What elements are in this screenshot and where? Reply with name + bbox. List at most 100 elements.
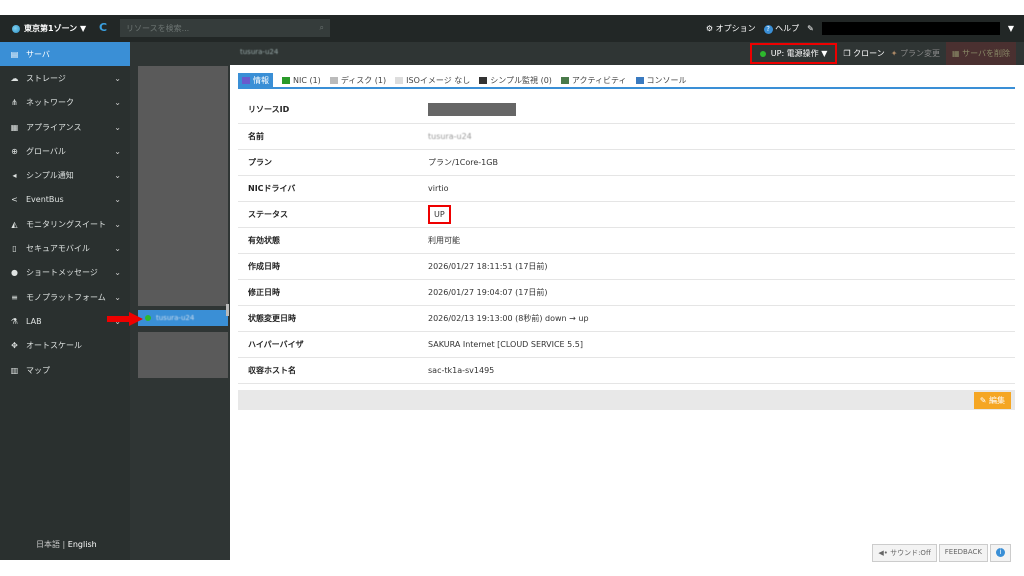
appliance-icon: ▦ — [10, 122, 19, 132]
tab[interactable]: NIC (1) — [282, 73, 321, 88]
sidebar-item-label: サーバ — [26, 49, 50, 59]
sidebar-item[interactable]: ☁ ストレージ ⌄ — [0, 66, 130, 90]
sidebar-item[interactable]: ● ショートメッセージ ⌄ — [0, 261, 130, 285]
power-label: UP: 電源操作 ▼ — [770, 49, 828, 58]
chevron-down-icon[interactable]: ⌄ — [114, 171, 121, 180]
tab-icon — [395, 77, 404, 84]
sidebar-item[interactable]: ▯ セキュアモバイル ⌄ — [0, 236, 130, 260]
sidebar-item-label: シンプル通知 — [26, 171, 74, 181]
red-arrow-icon — [107, 312, 143, 326]
plan-icon: ✦ — [890, 49, 898, 58]
tab-icon — [242, 77, 250, 84]
search-icon: ⌕ — [319, 23, 324, 32]
table-row: 有効状態 利用可能 — [238, 227, 1015, 254]
sidebar-item[interactable]: < EventBus ⌄ — [0, 188, 130, 212]
tab[interactable]: シンプル監視 (0) — [479, 73, 552, 88]
server-list-item[interactable]: tusura-u24 — [138, 310, 228, 326]
list-placeholder — [138, 66, 228, 306]
tab-label: ディスク (1) — [340, 76, 387, 85]
detail-value: 2026/02/13 19:13:00 (8秒前) down → up — [428, 313, 589, 323]
clone-label: クローン — [853, 49, 885, 58]
server-icon: ▤ — [10, 49, 19, 59]
sidebar-item-label: EventBus — [26, 195, 64, 205]
sidebar-item[interactable]: ▦ アプライアンス ⌄ — [0, 115, 130, 139]
tab-label: シンプル監視 (0) — [490, 76, 552, 85]
status-value: UP — [428, 204, 451, 224]
table-row: 修正日時 2026/01/27 19:04:07 (17日前) — [238, 279, 1015, 306]
user-name-redacted[interactable] — [821, 22, 1000, 35]
detail-key: 状態変更日時 — [238, 305, 418, 332]
tab-icon — [329, 77, 338, 84]
chevron-down-icon[interactable]: ⌄ — [114, 74, 121, 83]
power-button[interactable]: UP: 電源操作 ▼ — [749, 43, 838, 64]
chevron-down-icon[interactable]: ⌄ — [114, 98, 121, 107]
sidebar-item[interactable]: ⊕ グローバル ⌄ — [0, 139, 130, 163]
feedback-button[interactable]: FEEDBACK — [938, 544, 988, 562]
help-icon: ? — [763, 25, 773, 34]
map-icon: ▥ — [10, 365, 19, 375]
lang-en[interactable]: English — [68, 540, 97, 549]
detail-key: ステータス — [238, 201, 418, 228]
tab[interactable]: ディスク (1) — [329, 73, 387, 88]
help-label: ヘルプ — [775, 24, 800, 33]
tab-icon — [282, 77, 290, 84]
reload-icon[interactable]: C — [99, 21, 107, 34]
detail-value: プラン/1Core-1GB — [428, 157, 498, 167]
tab[interactable]: 情報 — [238, 73, 273, 88]
megaphone-icon: ◂ — [12, 171, 17, 181]
resource-id-redacted — [428, 103, 516, 117]
tab-label: アクティビティ — [571, 76, 627, 85]
sidebar-item[interactable]: ⋔ ネットワーク ⌄ — [0, 91, 130, 115]
sidebar-item-label: ストレージ — [26, 73, 66, 83]
chevron-down-icon[interactable]: ⌄ — [114, 268, 121, 277]
search-input[interactable]: リソースを検索... ⌕ — [120, 19, 330, 37]
tab-icon — [635, 77, 644, 84]
sidebar-item[interactable]: ◭ モニタリングスイート ⌄ — [0, 212, 130, 236]
main-panel: 情報 NIC (1) ディスク (1) ISOイメージ なし シンプル監視 (0) アクテ… — [230, 65, 1024, 562]
chevron-down-icon[interactable]: ⌄ — [114, 147, 121, 156]
copy-icon: ❐ — [843, 49, 851, 58]
sidebar-item[interactable]: ◂ シンプル通知 ⌄ — [0, 163, 130, 187]
edit-button[interactable]: ✎ 編集 — [973, 392, 1011, 409]
sidebar-item[interactable]: ✥ オートスケール — [0, 334, 130, 358]
table-row: プラン プラン/1Core-1GB — [238, 149, 1015, 176]
tab-label: ISOイメージ なし — [406, 76, 471, 85]
chevron-down-icon[interactable]: ⌄ — [114, 220, 121, 229]
info-button[interactable]: i — [990, 544, 1011, 562]
sidebar-item[interactable]: ≡ モノプラットフォーム ⌄ — [0, 285, 130, 309]
lang-ja[interactable]: 日本語 — [36, 540, 60, 549]
list-scrollbar[interactable] — [226, 304, 229, 316]
status-dot-icon — [759, 50, 766, 57]
topbar: 東京第1ゾーン ▼ C リソースを検索... ⌕ ⚙ オプション ? ヘルプ ✎ … — [0, 15, 1024, 42]
option-link[interactable]: ⚙ オプション — [706, 23, 756, 34]
server-list: tusura-u24 — [130, 42, 230, 560]
delete-server-button[interactable]: ▦ サーバを削除 — [945, 42, 1016, 65]
tab[interactable]: アクティビティ — [560, 73, 627, 88]
pen-icon: ✎ — [807, 24, 814, 33]
table-row: 名前 tusura-u24 — [238, 123, 1015, 150]
detail-footer: ✎ 編集 — [238, 390, 1015, 410]
storage-icon: ☁ — [10, 73, 19, 83]
help-link[interactable]: ? ヘルプ — [763, 23, 800, 34]
sidebar-item[interactable]: ▥ マップ — [0, 358, 130, 382]
sidebar-item[interactable]: ▤ サーバ — [0, 42, 130, 67]
tab-label: NIC (1) — [293, 76, 321, 85]
clone-button[interactable]: ❐ クローン — [843, 48, 884, 59]
tab[interactable]: コンソール — [635, 73, 687, 88]
detail-key: 作成日時 — [238, 253, 418, 280]
detail-key: 収容ホスト名 — [238, 357, 418, 384]
zone-selector[interactable]: 東京第1ゾーン ▼ — [12, 23, 86, 34]
sidebar-item-label: ショートメッセージ — [26, 268, 98, 278]
chevron-down-icon[interactable]: ⌄ — [114, 123, 121, 132]
tab[interactable]: ISOイメージ なし — [395, 73, 470, 88]
tab-bar: 情報 NIC (1) ディスク (1) ISOイメージ なし シンプル監視 (0) アクテ… — [238, 73, 1015, 89]
user-menu-caret[interactable]: ▼ — [1008, 24, 1014, 33]
chevron-down-icon[interactable]: ⌄ — [114, 244, 121, 253]
sound-toggle[interactable]: ◀• サウンド:Off — [872, 544, 937, 562]
detail-value: 2026/01/27 18:11:51 (17日前) — [428, 261, 548, 271]
chevron-down-icon[interactable]: ⌄ — [114, 293, 121, 302]
chevron-down-icon[interactable]: ⌄ — [114, 195, 121, 204]
plan-change-button[interactable]: ✦ プラン変更 — [891, 48, 940, 59]
info-icon: i — [996, 548, 1005, 557]
detail-key: 名前 — [238, 123, 418, 150]
